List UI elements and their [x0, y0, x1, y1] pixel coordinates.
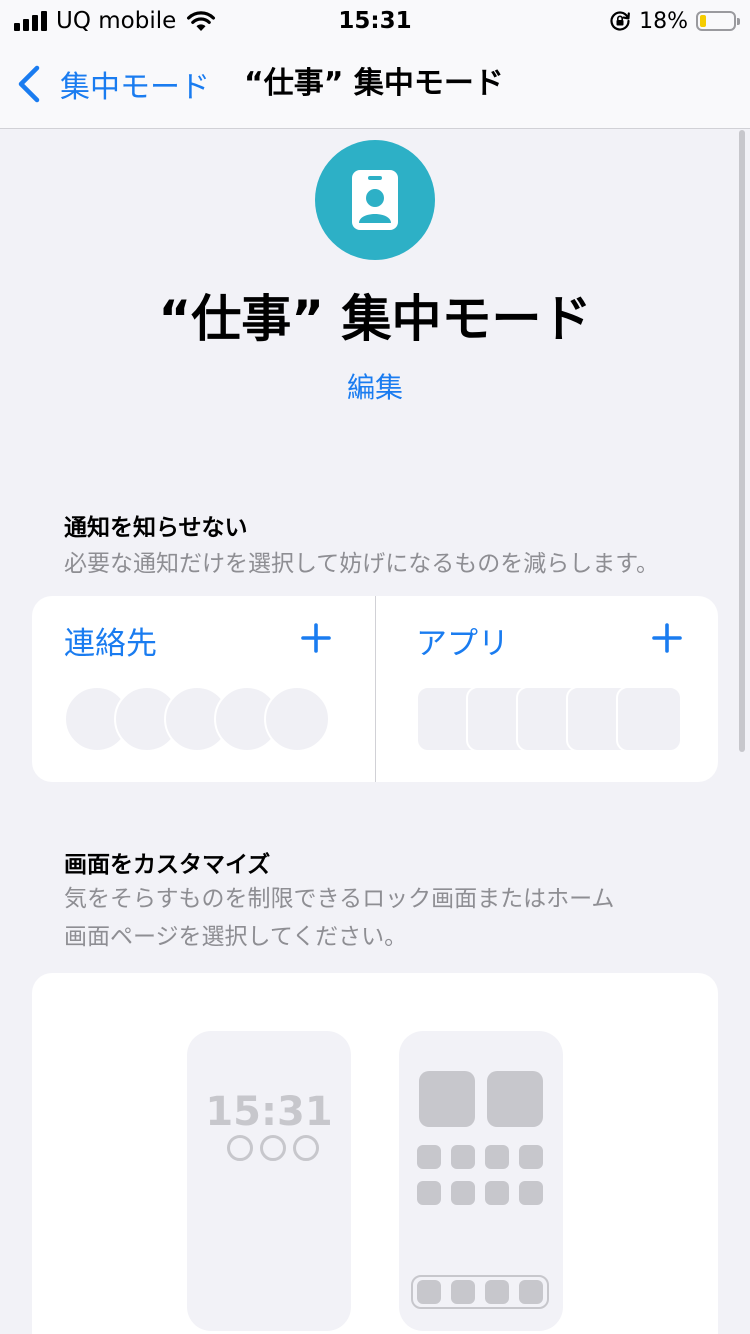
id-badge-icon: [315, 140, 435, 260]
widget-placeholder: [487, 1071, 543, 1127]
home-screen-preview[interactable]: [399, 1031, 563, 1331]
orientation-lock-icon: [610, 11, 630, 31]
contacts-label: 連絡先: [64, 626, 157, 662]
back-button-label: 集中モード: [60, 70, 210, 105]
allowed-notifications-card: 連絡先 アプリ: [32, 596, 718, 782]
app-icon-placeholder: [451, 1181, 475, 1205]
app-icon-placeholder: [417, 1145, 441, 1169]
silence-notifications-title: 通知を知らせない: [64, 515, 248, 541]
app-icon-placeholder: [485, 1181, 509, 1205]
dock-app-placeholder: [519, 1280, 543, 1304]
back-button[interactable]: 集中モード: [16, 62, 210, 106]
customize-screens-title: 画面をカスタマイズ: [64, 852, 271, 878]
lock-screen-time: 15:31: [205, 1089, 333, 1135]
widget-placeholder: [419, 1071, 475, 1127]
app-icon-placeholder: [519, 1145, 543, 1169]
apps-label: アプリ: [416, 626, 509, 662]
dock-app-placeholder: [485, 1280, 509, 1304]
app-icon-placeholder: [451, 1145, 475, 1169]
battery-level-fill: [700, 15, 706, 27]
battery-icon: [696, 11, 740, 31]
screen-customization-card: 15:31: [32, 973, 718, 1334]
contact-placeholder: [264, 686, 330, 752]
chevron-left-icon: [18, 65, 40, 103]
scroll-indicator[interactable]: [739, 130, 745, 752]
edit-button[interactable]: 編集: [0, 366, 750, 406]
add-app-plus-icon[interactable]: [651, 622, 683, 654]
apps-panel[interactable]: アプリ: [376, 596, 718, 782]
silence-notifications-description: 必要な通知だけを選択して妨げになるものを減らします。: [64, 551, 660, 577]
customize-screens-description: 気をそらすものを制限できるロック画面またはホーム 画面ページを選択してください。: [64, 880, 704, 956]
nav-title: “仕事” 集中モード: [244, 66, 504, 101]
app-icon-placeholder: [485, 1145, 509, 1169]
add-contact-plus-icon[interactable]: [300, 622, 332, 654]
status-right: 18%: [609, 6, 740, 36]
customize-description-line: 気をそらすものを制限できるロック画面またはホーム: [64, 886, 615, 912]
dock-app-placeholder: [417, 1280, 441, 1304]
lock-screen-widgets: [227, 1135, 319, 1161]
focus-mode-screen: UQ mobile 15:31 18% 集中モード “仕事” 集中モード “仕事…: [0, 0, 750, 1334]
app-placeholder: [616, 686, 682, 752]
status-bar: UQ mobile 15:31 18%: [0, 0, 750, 42]
app-icon-placeholder: [519, 1181, 543, 1205]
lock-screen-preview[interactable]: 15:31: [187, 1031, 351, 1331]
app-icon-placeholder: [417, 1181, 441, 1205]
battery-percent: 18%: [639, 8, 688, 34]
contacts-panel[interactable]: 連絡先: [32, 596, 375, 782]
dock-app-placeholder: [451, 1280, 475, 1304]
customize-description-line: 画面ページを選択してください。: [64, 924, 408, 950]
navigation-bar: 集中モード “仕事” 集中モード: [0, 42, 750, 129]
focus-mode-title: “仕事” 集中モード: [158, 290, 592, 348]
